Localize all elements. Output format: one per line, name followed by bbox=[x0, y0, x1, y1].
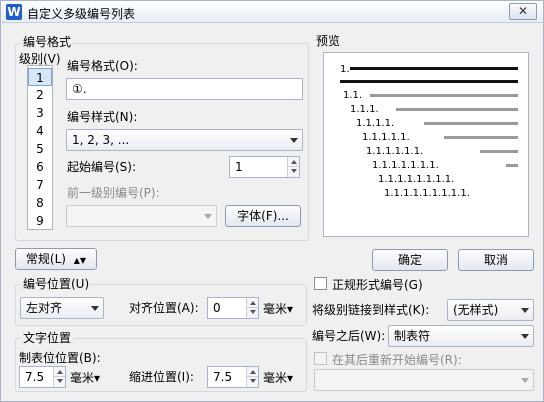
preview-line bbox=[506, 164, 518, 167]
alignment-select[interactable]: 左对齐 bbox=[20, 297, 104, 319]
preview-level-1: 1. bbox=[340, 64, 350, 75]
preview-line bbox=[370, 94, 518, 97]
prev-level-label: 前一级别编号(P): bbox=[67, 186, 160, 200]
tab-stop-label: 制表位位置(B): bbox=[19, 351, 101, 365]
start-at-spinner[interactable]: 1 bbox=[229, 156, 300, 178]
level-item-7[interactable]: 7 bbox=[28, 176, 52, 194]
multilevel-list-dialog: W 自定义多级编号列表 ✕ 编号格式 级别(V) 1 2 3 4 5 6 7 8… bbox=[0, 0, 544, 402]
legal-style-checkbox[interactable] bbox=[314, 277, 327, 290]
restart-label: 在其后重新开始编号(R): bbox=[332, 353, 462, 367]
number-format-input[interactable]: ①. bbox=[66, 78, 303, 100]
preview-level-4: 1.1.1.1. bbox=[356, 118, 395, 129]
tab-stop-spinner[interactable]: 7.5 bbox=[19, 366, 66, 388]
spin-down-icon[interactable] bbox=[246, 377, 258, 387]
align-at-label: 对齐位置(A): bbox=[129, 301, 199, 315]
indent-unit-dropdown[interactable]: 毫米▾ bbox=[263, 369, 293, 386]
chevron-down-icon bbox=[521, 308, 529, 313]
legal-style-label: 正规形式编号(G) bbox=[332, 278, 423, 292]
level-item-6[interactable]: 6 bbox=[28, 158, 52, 176]
tab-stop-value: 7.5 bbox=[25, 370, 45, 384]
text-position-group-header: 文字位置 bbox=[21, 331, 74, 345]
tab-stop-unit-dropdown[interactable]: 毫米▾ bbox=[70, 369, 100, 386]
preview-line bbox=[424, 122, 518, 125]
font-button[interactable]: 字体(F)... bbox=[225, 205, 301, 227]
level-item-9[interactable]: 9 bbox=[28, 212, 52, 230]
alignment-value: 左对齐 bbox=[26, 301, 63, 315]
preview-level-2: 1.1. bbox=[343, 90, 363, 101]
chevron-down-icon bbox=[521, 334, 529, 339]
wps-writer-icon: W bbox=[6, 4, 22, 20]
level-item-8[interactable]: 8 bbox=[28, 194, 52, 212]
preview-level-5: 1.1.1.1.1. bbox=[362, 132, 410, 143]
expand-toggle-icon: ▲▼ bbox=[73, 256, 87, 265]
ok-button[interactable]: 确定 bbox=[372, 249, 448, 271]
preview-level-7: 1.1.1.1.1.1.1. bbox=[372, 160, 439, 171]
chevron-down-icon bbox=[91, 306, 99, 311]
prev-level-select[interactable] bbox=[66, 205, 217, 227]
number-style-label: 编号样式(N): bbox=[67, 110, 138, 124]
spin-down-icon[interactable] bbox=[287, 167, 299, 177]
close-button[interactable]: ✕ bbox=[509, 3, 537, 20]
preview-header: 预览 bbox=[316, 34, 341, 48]
level-item-5[interactable]: 5 bbox=[28, 140, 52, 158]
preview-level-6: 1.1.1.1.1.1. bbox=[366, 146, 424, 157]
spin-up-icon[interactable] bbox=[287, 157, 299, 167]
start-at-value: 1 bbox=[235, 160, 243, 174]
follow-with-label: 编号之后(W): bbox=[312, 329, 386, 343]
preview-level-8: 1.1.1.1.1.1.1.1. bbox=[378, 174, 455, 185]
preview-line bbox=[340, 80, 518, 83]
preview-line bbox=[444, 136, 518, 139]
spin-up-icon[interactable] bbox=[53, 367, 65, 377]
indent-label: 缩进位置(I): bbox=[129, 370, 194, 384]
level-item-1[interactable]: 1 bbox=[28, 68, 52, 86]
start-at-label: 起始编号(S): bbox=[67, 160, 137, 174]
window-title: 自定义多级编号列表 bbox=[27, 7, 136, 21]
number-format-label: 编号格式(O): bbox=[67, 59, 138, 73]
spin-up-icon[interactable] bbox=[246, 367, 258, 377]
format-group-header: 编号格式 bbox=[21, 35, 74, 49]
preview-level-9: 1.1.1.1.1.1.1.1.1. bbox=[384, 188, 470, 199]
link-style-select[interactable]: (无样式) bbox=[447, 299, 534, 321]
chevron-down-icon bbox=[204, 214, 212, 219]
spin-up-icon[interactable] bbox=[246, 298, 258, 308]
preview-level-3: 1.1.1. bbox=[350, 104, 379, 115]
link-style-label: 将级别链接到样式(K): bbox=[312, 303, 430, 317]
spin-down-icon[interactable] bbox=[53, 377, 65, 387]
restart-select[interactable] bbox=[314, 369, 534, 391]
level-item-4[interactable]: 4 bbox=[28, 122, 52, 140]
number-style-value: 1, 2, 3, ... bbox=[72, 133, 130, 147]
position-group-header: 编号位置(U) bbox=[21, 277, 92, 291]
number-style-select[interactable]: 1, 2, 3, ... bbox=[66, 129, 303, 151]
follow-with-select[interactable]: 制表符 bbox=[388, 325, 534, 347]
preview-pane: 1. 1.1. 1.1.1. 1.1.1.1. 1.1.1.1.1. 1.1.1… bbox=[323, 52, 529, 237]
cancel-button[interactable]: 取消 bbox=[458, 249, 534, 271]
level-label: 级别(V) bbox=[19, 52, 61, 66]
chevron-down-icon bbox=[521, 378, 529, 383]
indent-value: 7.5 bbox=[213, 370, 233, 384]
link-style-value: (无样式) bbox=[453, 303, 499, 317]
title-bar: W 自定义多级编号列表 ✕ bbox=[1, 1, 543, 23]
level-item-3[interactable]: 3 bbox=[28, 104, 52, 122]
general-button-label: 常规(L) bbox=[25, 252, 66, 266]
level-list[interactable]: 1 2 3 4 5 6 7 8 9 bbox=[27, 65, 53, 230]
preview-line bbox=[350, 67, 518, 70]
align-at-spinner[interactable]: 0 bbox=[207, 297, 259, 319]
follow-with-value: 制表符 bbox=[394, 329, 431, 343]
indent-spinner[interactable]: 7.5 bbox=[207, 366, 259, 388]
spin-down-icon[interactable] bbox=[246, 308, 258, 318]
preview-line bbox=[480, 150, 518, 153]
general-toggle-button[interactable]: 常规(L) ▲▼ bbox=[15, 248, 97, 270]
restart-checkbox[interactable] bbox=[314, 352, 327, 365]
align-at-unit-dropdown[interactable]: 毫米▾ bbox=[263, 300, 293, 317]
preview-line bbox=[396, 108, 518, 111]
level-item-2[interactable]: 2 bbox=[28, 86, 52, 104]
chevron-down-icon bbox=[290, 138, 298, 143]
align-at-value: 0 bbox=[213, 301, 221, 315]
